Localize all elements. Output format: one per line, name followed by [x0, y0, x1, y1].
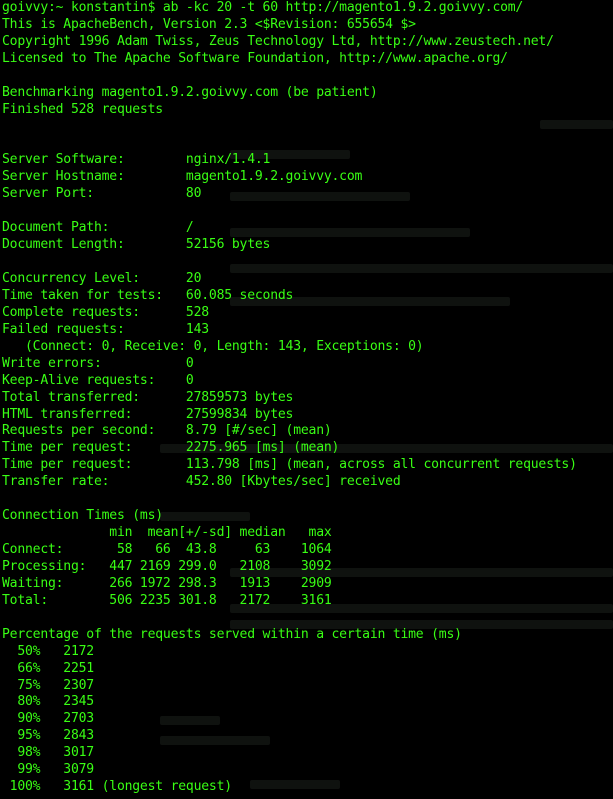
terminal-line: Time per request: 2275.965 [ms] (mean) — [2, 440, 340, 456]
terminal-line: 80% 2345 — [2, 694, 94, 710]
terminal-line: Complete requests: 528 — [2, 304, 209, 320]
terminal-line: Benchmarking magento1.9.2.goivvy.com (be… — [2, 84, 378, 100]
terminal-line: This is ApacheBench, Version 2.3 <$Revis… — [2, 16, 416, 32]
terminal-line: Total transferred: 27859573 bytes — [2, 389, 294, 405]
terminal-line: 95% 2843 — [2, 728, 94, 744]
terminal-line: Server Hostname: magento1.9.2.goivvy.com — [2, 169, 363, 185]
terminal-line: Keep-Alive requests: 0 — [2, 372, 194, 388]
terminal-line: Processing: 447 2169 299.0 2108 3092 — [2, 558, 332, 574]
terminal-line: Waiting: 266 1972 298.3 1913 2909 — [2, 575, 332, 591]
terminal-line: goivvy:~ konstantin$ ab -kc 20 -t 60 htt… — [2, 0, 524, 15]
terminal-line: Finished 528 requests — [2, 101, 163, 117]
terminal-line: (Connect: 0, Receive: 0, Length: 143, Ex… — [2, 338, 424, 354]
terminal-line: Time per request: 113.798 [ms] (mean, ac… — [2, 457, 577, 473]
terminal-line: Requests per second: 8.79 [#/sec] (mean) — [2, 423, 332, 439]
terminal-line: Connection Times (ms) — [2, 508, 163, 524]
terminal-line: Concurrency Level: 20 — [2, 271, 202, 286]
terminal-line: Connect: 58 66 43.8 63 1064 — [2, 542, 332, 557]
terminal-output[interactable]: goivvy:~ konstantin$ ab -kc 20 -t 60 htt… — [2, 0, 613, 796]
terminal-line: 98% 3017 — [2, 745, 94, 761]
terminal-line: Server Port: 80 — [2, 186, 202, 202]
terminal-line: Percentage of the requests served within… — [2, 626, 462, 642]
terminal-line: 99% 3079 — [2, 762, 94, 778]
terminal-line: Failed requests: 143 — [2, 321, 209, 337]
terminal-line: Document Path: / — [2, 220, 194, 236]
terminal-line: Transfer rate: 452.80 [Kbytes/sec] recei… — [2, 474, 401, 490]
terminal-line: Licensed to The Apache Software Foundati… — [2, 50, 508, 66]
terminal-line: min mean[+/-sd] median max — [2, 525, 332, 541]
terminal-line: 75% 2307 — [2, 677, 94, 693]
terminal-line: HTML transferred: 27599834 bytes — [2, 406, 294, 422]
terminal-line: 100% 3161 (longest request) — [2, 779, 232, 795]
terminal-line: Time taken for tests: 60.085 seconds — [2, 287, 294, 303]
terminal-line: 50% 2172 — [2, 643, 94, 659]
terminal-line: 66% 2251 — [2, 660, 94, 676]
terminal-line: Server Software: nginx/1.4.1 — [2, 152, 271, 168]
terminal-line: Total: 506 2235 301.8 2172 3161 — [2, 592, 332, 608]
terminal-line: Write errors: 0 — [2, 355, 194, 371]
terminal-line: Copyright 1996 Adam Twiss, Zeus Technolo… — [2, 33, 554, 49]
terminal-line: 90% 2703 — [2, 711, 94, 727]
terminal-line: Document Length: 52156 bytes — [2, 237, 271, 253]
